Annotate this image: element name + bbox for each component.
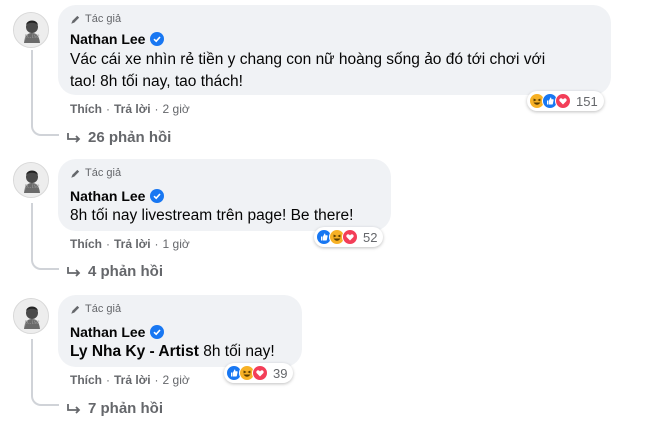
mention-link[interactable]: Ly Nha Ky - Artist	[70, 343, 199, 360]
author-name[interactable]: Nathan Lee	[70, 188, 145, 204]
verified-badge-icon	[150, 32, 165, 46]
reactions-summary[interactable]: 39	[224, 363, 294, 383]
comment-bubble: Tác giả Nathan Lee Vác cái xe nhìn rẻ ti…	[58, 5, 611, 95]
avatar[interactable]: p..ise	[13, 162, 49, 198]
love-reaction-icon	[555, 93, 571, 109]
reaction-count: 151	[576, 93, 598, 109]
reply-arrow-icon	[67, 132, 81, 143]
like-button[interactable]: Thích	[70, 373, 102, 387]
author-badge: Tác giả	[70, 167, 121, 179]
replies-count[interactable]: 7 phản hồi	[88, 400, 163, 417]
like-button[interactable]: Thích	[70, 102, 102, 116]
author-badge: Tác giả	[70, 13, 121, 25]
comment-text-line: 8h tối nay livestream trên page! Be ther…	[70, 207, 354, 224]
reaction-count: 52	[363, 229, 378, 245]
reply-button[interactable]: Trả lời	[114, 237, 151, 251]
pencil-icon	[71, 305, 80, 314]
reply-arrow-icon	[67, 403, 81, 414]
like-button[interactable]: Thích	[70, 237, 102, 251]
comment-text: Vác cái xe nhìn rẻ tiền y chang con nữ h…	[70, 49, 545, 93]
svg-text:p..ise: p..ise	[24, 318, 40, 326]
love-reaction-icon	[342, 229, 358, 245]
thread-connector	[31, 256, 59, 270]
replies-count[interactable]: 26 phản hồi	[88, 129, 171, 146]
avatar[interactable]: p..ise	[13, 298, 49, 334]
comment-text-line: Vác cái xe nhìn rẻ tiền y chang con nữ h…	[70, 51, 546, 68]
author-tag-label: Tác giả	[85, 167, 122, 179]
verified-badge-icon	[150, 189, 165, 203]
separator-dot: ·	[106, 373, 110, 387]
comment-actions: Thích · Trả lời · 2 giờ	[70, 102, 190, 116]
timestamp[interactable]: 1 giờ	[163, 237, 190, 251]
reaction-count: 39	[273, 365, 288, 381]
separator-dot: ·	[106, 102, 110, 116]
thread-line	[31, 50, 33, 122]
svg-text:p..ise: p..ise	[24, 182, 40, 190]
separator-dot: ·	[154, 237, 159, 251]
view-replies-link[interactable]: 4 phản hồi	[66, 263, 163, 280]
thread-connector	[31, 392, 59, 406]
timestamp[interactable]: 2 giờ	[163, 373, 190, 387]
author-badge: Tác giả	[70, 303, 121, 315]
comment-text-line: tao! 8h tối nay, tao thách!	[70, 73, 243, 90]
separator-dot: ·	[154, 102, 159, 116]
comment-text: 8h tối nay livestream trên page! Be ther…	[70, 205, 353, 227]
author-name[interactable]: Nathan Lee	[70, 324, 145, 340]
reply-button[interactable]: Trả lời	[114, 373, 151, 387]
comment-bubble: Tác giả Nathan Lee 8h tối nay livestream…	[58, 159, 391, 231]
comment-bubble: Tác giả Nathan Lee Ly Nha Ky - Artist 8h…	[58, 295, 302, 367]
separator-dot: ·	[154, 373, 159, 387]
author-tag-label: Tác giả	[85, 303, 122, 315]
reactions-summary[interactable]: 52	[314, 227, 384, 247]
verified-badge-icon	[150, 325, 165, 339]
view-replies-link[interactable]: 7 phản hồi	[66, 400, 163, 417]
comment-actions: Thích · Trả lời · 2 giờ	[70, 373, 190, 387]
reply-arrow-icon	[67, 266, 81, 277]
replies-count[interactable]: 4 phản hồi	[88, 263, 163, 280]
love-reaction-icon	[252, 365, 268, 381]
comment-text: Ly Nha Ky - Artist 8h tối nay!	[70, 341, 275, 363]
pencil-icon	[71, 169, 80, 178]
avatar[interactable]: p..ise	[13, 12, 49, 48]
comment-actions: Thích · Trả lời · 1 giờ	[70, 237, 190, 251]
author-tag-label: Tác giả	[85, 13, 122, 25]
timestamp[interactable]: 2 giờ	[163, 102, 190, 116]
view-replies-link[interactable]: 26 phản hồi	[66, 129, 171, 146]
comment-text-line: 8h tối nay!	[198, 343, 275, 360]
thread-connector	[31, 122, 59, 136]
reply-button[interactable]: Trả lời	[114, 102, 151, 116]
separator-dot: ·	[106, 237, 110, 251]
svg-text:p..ise: p..ise	[24, 32, 40, 40]
reactions-summary[interactable]: 151	[527, 91, 604, 111]
thread-line	[31, 203, 33, 256]
author-name[interactable]: Nathan Lee	[70, 31, 145, 47]
thread-line	[31, 339, 33, 392]
pencil-icon	[71, 15, 80, 24]
